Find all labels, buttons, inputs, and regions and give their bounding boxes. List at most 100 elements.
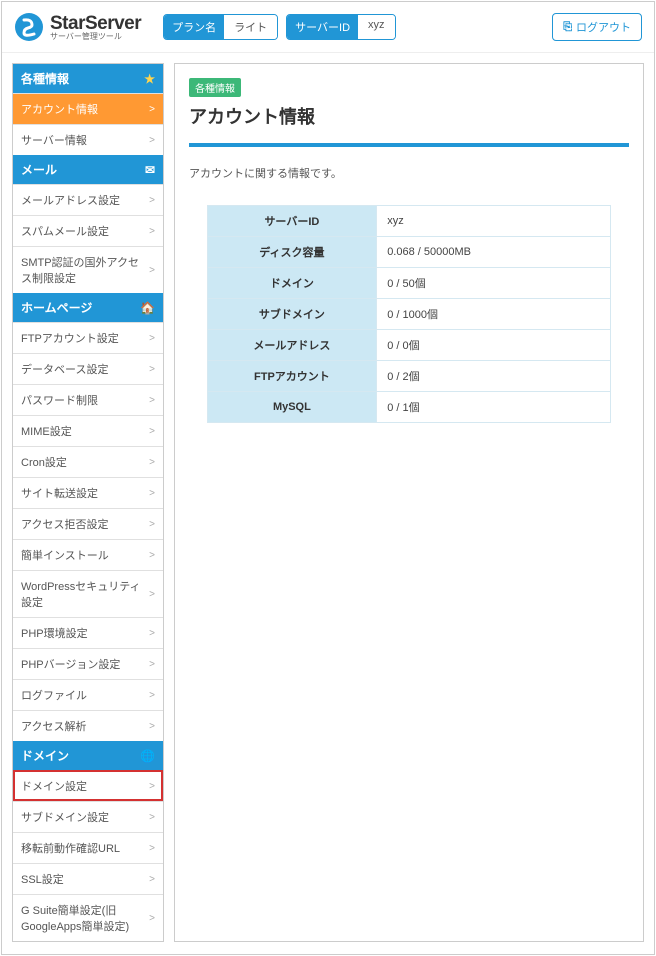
sidebar-item[interactable]: 簡単インストール > [13, 539, 163, 570]
sidebar-item[interactable]: FTPアカウント設定> [13, 322, 163, 353]
chevron-right-icon: > [149, 812, 155, 823]
title-divider [189, 143, 629, 147]
table-value: 0 / 1000個 [377, 299, 611, 330]
chevron-right-icon: > [149, 457, 155, 468]
sidebar-section-title: ドメイン [21, 747, 69, 764]
plan-value: ライト [224, 15, 277, 39]
sidebar-item-label: G Suite簡単設定(旧GoogleApps簡単設定) [21, 902, 149, 934]
chevron-right-icon: > [149, 488, 155, 499]
logout-label: ログアウト [576, 19, 631, 35]
sidebar-item-label: Cron設定 [21, 454, 67, 470]
table-value: 0.068 / 50000MB [377, 237, 611, 268]
sidebar-item-label: パスワード制限 [21, 392, 98, 408]
sidebar-item[interactable]: Cron設定 > [13, 446, 163, 477]
sidebar-section-header: ホームページ🏠 [13, 293, 163, 322]
sidebar-item[interactable]: パスワード制限 > [13, 384, 163, 415]
table-value: 0 / 2個 [377, 361, 611, 392]
plan-badge: プラン名 ライト [163, 14, 278, 40]
sidebar-item-label: SMTP認証の国外アクセス制限設定 [21, 254, 149, 286]
sidebar-item-label: データベース設定 [21, 361, 108, 377]
table-row: サーバーIDxyz [207, 206, 611, 237]
sidebar-item[interactable]: サイト転送設定 > [13, 477, 163, 508]
chevron-right-icon: > [149, 519, 155, 530]
globe-icon: 🌐 [140, 749, 155, 763]
chevron-right-icon: > [149, 690, 155, 701]
sidebar-item-label: アカウント情報 [21, 101, 98, 117]
logo: StarServer サーバー管理ツール [14, 12, 141, 42]
sidebar-item-label: サイト転送設定 [21, 485, 98, 501]
logout-button[interactable]: ⎘ ログアウト [552, 13, 642, 41]
serverid-label: サーバーID [287, 15, 358, 39]
chevron-right-icon: > [149, 721, 155, 732]
sidebar-section-header: 各種情報★ [13, 64, 163, 93]
sidebar-item[interactable]: SMTP認証の国外アクセス制限設定> [13, 246, 163, 293]
chevron-right-icon: > [149, 226, 155, 237]
chevron-right-icon: > [149, 913, 155, 924]
sidebar-section-header: ドメイン 🌐 [13, 741, 163, 770]
sidebar-section-header: メール✉ [13, 155, 163, 184]
top-bar: StarServer サーバー管理ツール プラン名 ライト サーバーID xyz… [2, 2, 654, 53]
chevron-right-icon: > [149, 589, 155, 600]
chevron-right-icon: > [149, 135, 155, 146]
sidebar-item[interactable]: PHPバージョン設定> [13, 648, 163, 679]
sidebar-item-label: 簡単インストール [21, 547, 109, 563]
main-content: 各種情報 アカウント情報 アカウントに関する情報です。 サーバーIDxyzディス… [174, 63, 644, 942]
sidebar-item-label: アクセス解析 [21, 718, 86, 734]
chevron-right-icon: > [149, 195, 155, 206]
sidebar-item-label: サブドメイン設定 [21, 809, 109, 825]
table-key: サーバーID [207, 206, 377, 237]
chevron-right-icon: > [149, 550, 155, 561]
table-value: 0 / 1個 [377, 392, 611, 423]
chevron-right-icon: > [149, 781, 155, 792]
sidebar-item[interactable]: MIME設定> [13, 415, 163, 446]
sidebar-item[interactable]: SSL設定 > [13, 863, 163, 894]
serverid-badge: サーバーID xyz [286, 14, 395, 40]
sidebar-item-label: ログファイル [21, 687, 87, 703]
chevron-right-icon: > [149, 874, 155, 885]
table-key: FTPアカウント [207, 361, 377, 392]
chevron-right-icon: > [149, 104, 155, 115]
sidebar-item[interactable]: WordPressセキュリティ設定> [13, 570, 163, 617]
sidebar-item-label: SSL設定 [21, 871, 64, 887]
table-row: MySQL0 / 1個 [207, 392, 611, 423]
sidebar-item-label: サーバー情報 [21, 132, 87, 148]
home-icon: 🏠 [140, 301, 155, 315]
serverid-value: xyz [358, 15, 395, 39]
table-row: サブドメイン0 / 1000個 [207, 299, 611, 330]
sidebar-item[interactable]: ドメイン設定> [13, 770, 163, 801]
sidebar-item-label: スパムメール設定 [21, 223, 109, 239]
chevron-right-icon: > [149, 333, 155, 344]
sidebar-item[interactable]: データベース設定 > [13, 353, 163, 384]
sidebar-item[interactable]: スパムメール設定 > [13, 215, 163, 246]
sidebar-item-label: PHP環境設定 [21, 625, 88, 641]
sidebar-item[interactable]: サーバー情報 > [13, 124, 163, 155]
sidebar-item-label: メールアドレス設定 [21, 192, 120, 208]
table-row: メールアドレス0 / 0個 [207, 330, 611, 361]
chevron-right-icon: > [149, 395, 155, 406]
chevron-right-icon: > [149, 265, 155, 276]
sidebar-item[interactable]: アクセス解析 > [13, 710, 163, 741]
table-key: ドメイン [207, 268, 377, 299]
table-key: サブドメイン [207, 299, 377, 330]
sidebar-item[interactable]: サブドメイン設定 > [13, 801, 163, 832]
sidebar-item[interactable]: PHP環境設定 > [13, 617, 163, 648]
sidebar-item[interactable]: メールアドレス設定 > [13, 184, 163, 215]
sidebar-item[interactable]: アクセス拒否設定 > [13, 508, 163, 539]
sidebar-item[interactable]: G Suite簡単設定(旧GoogleApps簡単設定)> [13, 894, 163, 941]
sidebar-item[interactable]: アカウント情報 > [13, 93, 163, 124]
sidebar-item[interactable]: ログファイル > [13, 679, 163, 710]
chevron-right-icon: > [149, 364, 155, 375]
chevron-right-icon: > [149, 843, 155, 854]
page-description: アカウントに関する情報です。 [189, 165, 629, 181]
logo-icon [14, 12, 44, 42]
page-title: アカウント情報 [189, 103, 629, 137]
sidebar-item[interactable]: 移転前動作確認URL> [13, 832, 163, 863]
star-icon: ★ [144, 72, 155, 86]
chevron-right-icon: > [149, 659, 155, 670]
table-key: ディスク容量 [207, 237, 377, 268]
logout-icon: ⎘ [563, 21, 572, 34]
table-value: 0 / 0個 [377, 330, 611, 361]
sidebar-item-label: アクセス拒否設定 [21, 516, 108, 532]
chevron-right-icon: > [149, 628, 155, 639]
account-info-table: サーバーIDxyzディスク容量0.068 / 50000MBドメイン0 / 50… [207, 205, 612, 423]
